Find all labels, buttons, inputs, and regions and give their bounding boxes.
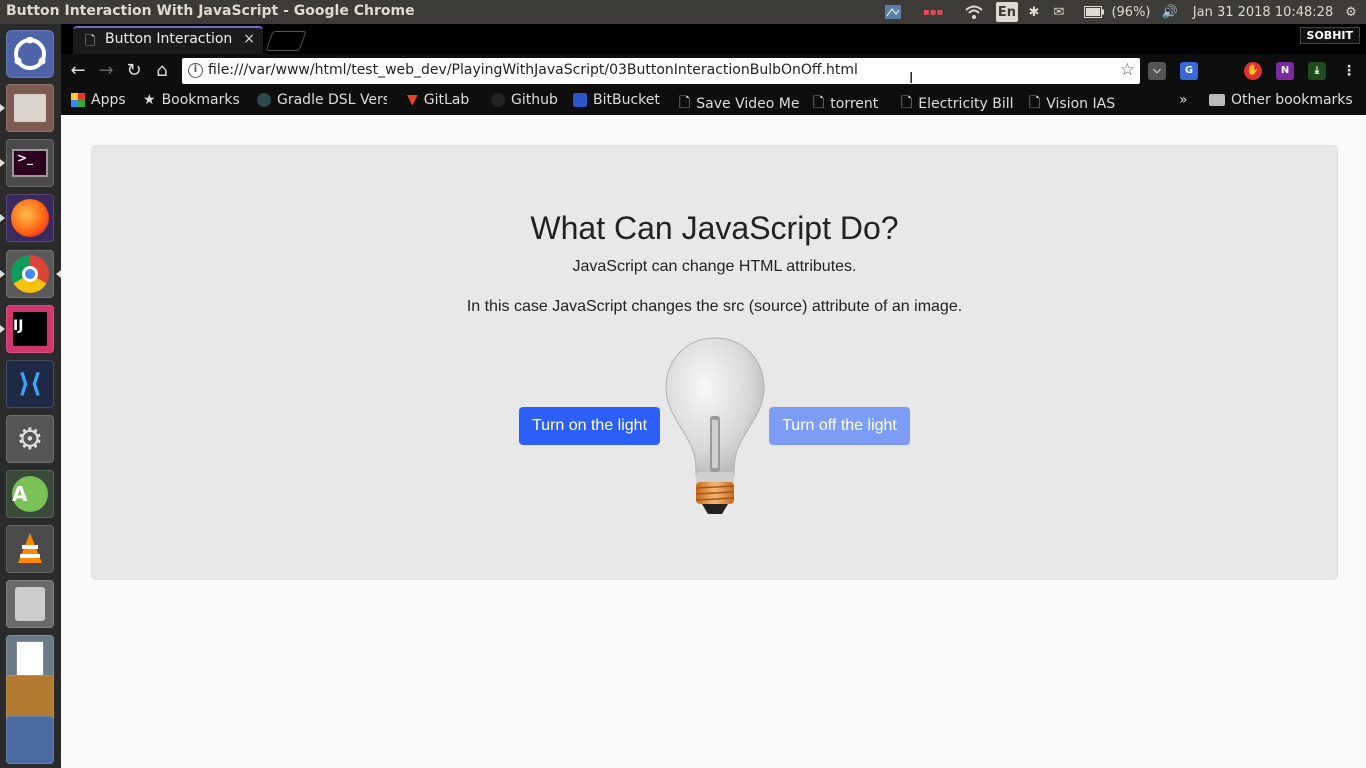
google-translate-extension-icon[interactable]: G (1180, 62, 1198, 80)
vscode-icon[interactable]: ⟩⟨ (6, 360, 54, 408)
page-heading: What Can JavaScript Do? (530, 210, 899, 246)
home-icon[interactable]: ⌂ (150, 60, 174, 82)
vlc-icon[interactable] (6, 525, 54, 573)
download-extension-icon[interactable]: ⤓ (1308, 62, 1326, 80)
battery-icon[interactable] (1083, 2, 1105, 22)
browser-toolbar: ← → ↻ ⌂ i file:///var/www/html/test_web_… (61, 54, 1366, 88)
bookmark-label: Gradle DSL Vers (277, 92, 387, 108)
indicator-applet-icon[interactable]: ▪▪▪ (908, 2, 958, 22)
system-top-panel: Button Interaction With JavaScript - Goo… (0, 0, 1366, 24)
explanation-paragraph: In this case JavaScript changes the src … (466, 298, 963, 315)
bookmark-apps[interactable]: Apps (71, 92, 126, 108)
jumbotron: What Can JavaScript Do? JavaScript can c… (91, 145, 1338, 580)
forward-arrow-icon[interactable]: → (94, 60, 118, 82)
address-bar[interactable]: i file:///var/www/html/test_web_dev/Play… (182, 58, 1140, 84)
bookmark-bitbucket[interactable]: BitBucket (573, 92, 660, 108)
page-icon: 🗋 (813, 95, 825, 111)
folder-icon (1209, 94, 1225, 106)
github-icon (491, 93, 505, 107)
bookmark-label: GitLab (423, 92, 470, 108)
bookmark-github[interactable]: Github (491, 92, 558, 108)
keyboard-layout-indicator[interactable]: En (996, 2, 1018, 22)
page-icon: 🗋 (1029, 95, 1041, 111)
bookmarks-overflow-chevron[interactable]: » (1179, 92, 1188, 108)
back-arrow-icon[interactable]: ← (66, 60, 90, 82)
bookmark-label: Github (511, 92, 558, 108)
tab-close-icon[interactable]: × (243, 31, 255, 47)
bookmarks-bar: Apps ★ Bookmarks Gradle DSL Vers ▼ GitLa… (61, 88, 1366, 115)
page-file-icon: 🗋 (85, 34, 96, 49)
bookmark-label: Apps (91, 92, 126, 108)
power-gear-icon[interactable]: ⚙ (1340, 2, 1362, 22)
web-page: What Can JavaScript Do? JavaScript can c… (61, 115, 1366, 768)
firefox-icon[interactable] (6, 194, 54, 242)
battery-percent: (96%) (1111, 4, 1151, 20)
bluetooth-icon[interactable]: ✱ (1025, 2, 1043, 22)
bookmark-electricity-bill[interactable]: 🗋 Electricity Bill (901, 92, 1014, 116)
bitbucket-icon (573, 93, 587, 107)
window-title: Button Interaction With JavaScript - Goo… (6, 3, 415, 19)
star-icon: ★ (143, 92, 156, 108)
bookmark-label: torrent (830, 96, 879, 112)
bookmark-star-icon[interactable]: ☆ (1120, 60, 1135, 80)
clock[interactable]: Jan 31 2018 10:48:28 (1190, 2, 1336, 22)
mail-icon[interactable]: ✉ (1048, 2, 1070, 22)
description-paragraph: JavaScript can change HTML attributes. (572, 258, 857, 275)
info-icon[interactable]: i (188, 63, 203, 78)
turn-on-light-button[interactable]: Turn on the light (519, 407, 660, 445)
system-settings-icon[interactable]: ⚙ (6, 415, 54, 463)
page-icon: 🗋 (679, 95, 691, 111)
bookmark-other-bookmarks[interactable]: Other bookmarks (1209, 92, 1353, 108)
light-bulb-image (662, 336, 768, 520)
bookmark-save-video[interactable]: 🗋 Save Video Me (679, 92, 799, 116)
tab-title: Button Interaction (105, 31, 233, 47)
intellij-icon[interactable]: IJ (6, 305, 54, 353)
bookmark-gitlab[interactable]: ▼ GitLab (407, 92, 469, 108)
bookmark-label: Bookmarks (161, 92, 240, 108)
chrome-menu-icon[interactable]: ⋮ (1340, 62, 1358, 80)
adblock-extension-icon[interactable]: ✋ (1244, 62, 1262, 80)
ubuntu-dash-icon[interactable] (6, 30, 54, 78)
bookmark-gradle[interactable]: Gradle DSL Vers (257, 92, 387, 108)
apps-grid-icon (71, 93, 85, 107)
bookmark-label: Save Video Me (696, 96, 800, 112)
profile-button[interactable]: SOBHIT (1299, 27, 1360, 44)
android-studio-icon[interactable]: A (6, 470, 54, 518)
launcher: >_ IJ ⟩⟨ ⚙ A (0, 24, 61, 768)
bookmark-vision-ias[interactable]: 🗋 Vision IAS (1029, 92, 1115, 116)
pocket-extension-icon[interactable]: ⌵ (1148, 62, 1166, 80)
bookmark-torrent[interactable]: 🗋 torrent (813, 92, 878, 116)
tab-strip: 🗋 Button Interaction × SOBHIT (61, 24, 1366, 54)
gradle-icon (257, 93, 271, 107)
weather-indicator-icon[interactable] (883, 2, 903, 22)
bookmark-label: BitBucket (593, 92, 660, 108)
gitlab-icon: ▼ (407, 92, 418, 108)
chrome-icon[interactable] (6, 250, 54, 298)
onenote-extension-icon[interactable]: N (1276, 62, 1294, 80)
new-tab-button[interactable] (265, 31, 307, 51)
bookmark-label: Vision IAS (1046, 96, 1116, 112)
text-cursor-icon: I (909, 69, 914, 87)
bookmark-bookmarks[interactable]: ★ Bookmarks (143, 92, 240, 108)
url-text[interactable]: file:///var/www/html/test_web_dev/Playin… (208, 62, 858, 78)
terminal-icon[interactable]: >_ (6, 139, 54, 187)
turn-off-light-button[interactable]: Turn off the light (769, 407, 910, 445)
bookmark-label: Other bookmarks (1231, 92, 1353, 108)
bookmark-label: Electricity Bill (918, 96, 1014, 112)
page-icon: 🗋 (901, 95, 913, 111)
reload-icon[interactable]: ↻ (122, 60, 146, 82)
volume-icon[interactable]: 🔊 (1158, 2, 1182, 22)
installer-icon[interactable] (6, 580, 54, 628)
wifi-icon[interactable] (962, 2, 986, 22)
files-icon[interactable] (6, 84, 54, 132)
tab-active[interactable]: 🗋 Button Interaction × (73, 26, 263, 54)
workspaces-icon[interactable] (6, 716, 54, 764)
